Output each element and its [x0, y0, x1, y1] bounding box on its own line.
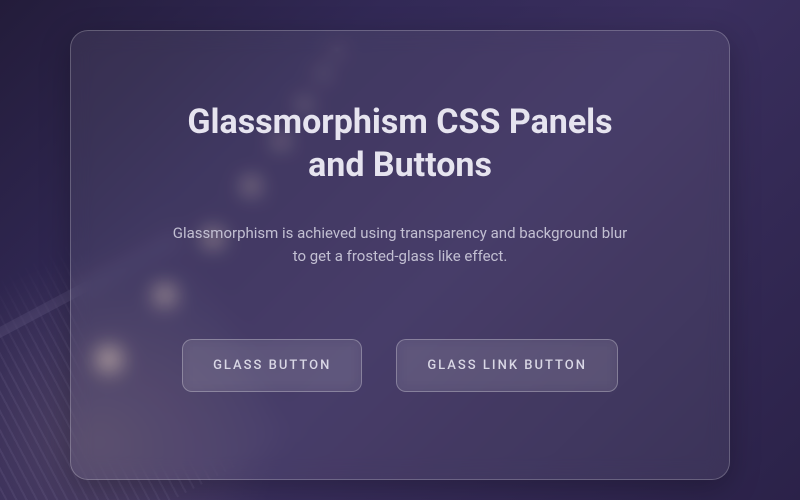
glass-button[interactable]: GLASS BUTTON [182, 339, 362, 392]
button-row: GLASS BUTTON GLASS LINK BUTTON [182, 339, 618, 392]
glass-link-button[interactable]: GLASS LINK BUTTON [396, 339, 618, 392]
page-title: Glassmorphism CSS Panels and Buttons [160, 101, 640, 186]
glass-panel: Glassmorphism CSS Panels and Buttons Gla… [70, 30, 730, 480]
page-description: Glassmorphism is achieved using transpar… [170, 222, 630, 269]
